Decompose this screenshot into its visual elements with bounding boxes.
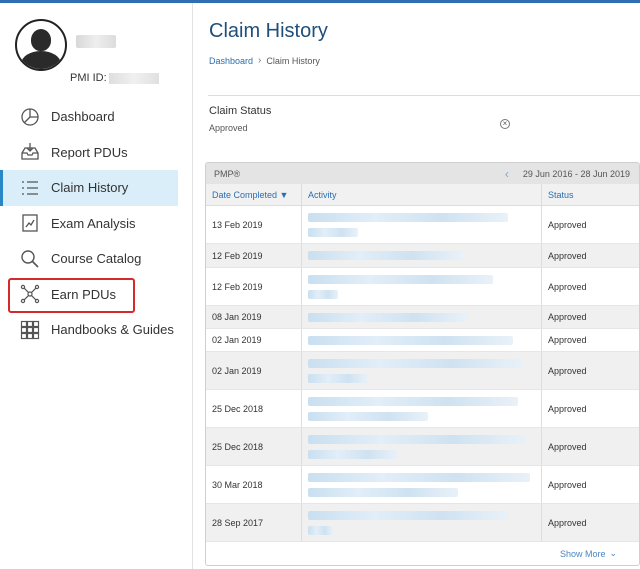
status-cell: Approved [548,312,587,322]
status-cell: Approved [548,281,587,292]
sidebar-item-label: Exam Analysis [51,215,136,231]
certification-label: PMP® [214,168,241,179]
table-row[interactable]: 02 Jan 2019 Approved [206,352,639,390]
status-cell: Approved [548,441,587,452]
sidebar-item-exam-analysis[interactable]: Exam Analysis [0,206,193,242]
clear-filter-icon[interactable]: × [500,119,510,129]
date-cell: 13 Feb 2019 [206,206,302,243]
pmi-id-label: PMI ID: [70,72,107,84]
avatar[interactable] [15,19,67,71]
table-row[interactable]: 28 Sep 2017 Approved [206,504,639,542]
date-cell: 28 Sep 2017 [206,504,302,541]
date-cell: 25 Dec 2018 [206,428,302,465]
table-column-headers: Date Completed ▼ Activity Status [206,184,639,206]
table-row[interactable]: 08 Jan 2019 Approved [206,306,639,329]
claims-table: PMP® ‹ 29 Jun 2016 - 28 Jun 2019 Date Co… [205,162,640,566]
sidebar-item-claim-history[interactable]: Claim History [0,170,178,206]
sidebar-item-label: Course Catalog [51,251,142,267]
table-row[interactable]: 25 Dec 2018 Approved [206,390,639,428]
sidebar: PMI ID: Dashboard Report PDUs Claim Hist… [0,3,193,569]
breadcrumb-current: Claim History [266,55,320,66]
claim-status-select[interactable]: Approved [209,123,248,133]
activity-cell-redacted [302,466,542,503]
date-cell: 12 Feb 2019 [206,244,302,267]
table-row[interactable]: 13 Feb 2019 Approved [206,206,639,244]
sidebar-item-label: Handbooks & Guides [51,322,174,338]
table-row[interactable]: 02 Jan 2019 Approved [206,329,639,352]
show-more-label: Show More [560,548,606,559]
pmi-id-redacted [108,72,159,84]
inbox-download-icon [20,142,40,162]
column-header-activity[interactable]: Activity [302,184,542,205]
column-header-date-completed[interactable]: Date Completed ▼ [206,184,302,205]
claim-status-label: Claim Status [209,105,272,117]
network-icon [20,284,40,304]
date-range-text: 29 Jun 2016 - 28 Jun 2019 [522,168,630,179]
table-body: 13 Feb 2019 Approved 12 Feb 2019 Approve… [206,206,639,542]
date-cell: 02 Jan 2019 [206,329,302,351]
status-cell: Approved [548,479,587,490]
show-more-button[interactable]: Show More ⌄ [560,548,617,559]
table-row[interactable]: 12 Feb 2019 Approved [206,244,639,268]
activity-cell-redacted [302,390,542,427]
column-header-status[interactable]: Status [542,184,639,205]
list-icon [20,178,40,198]
chevron-right-icon: › [258,55,262,66]
chevron-down-icon: ⌄ [609,548,618,558]
status-cell: Approved [548,403,587,414]
chart-document-icon [20,213,40,233]
sidebar-nav: Dashboard Report PDUs Claim History Exam… [0,99,193,348]
status-cell: Approved [548,219,587,230]
main-content: Claim History Dashboard › Claim History … [205,3,640,569]
date-range: ‹ 29 Jun 2016 - 28 Jun 2019 [505,167,630,181]
chevron-left-icon[interactable]: ‹ [505,167,509,181]
search-icon [20,249,40,269]
status-cell: Approved [548,335,587,345]
user-name-redacted [76,35,116,48]
status-cell: Approved [548,365,587,376]
activity-cell-redacted [302,504,542,541]
activity-cell-redacted [302,428,542,465]
sidebar-item-label: Earn PDUs [51,286,117,302]
table-row[interactable]: 30 Mar 2018 Approved [206,466,639,504]
breadcrumb-dashboard-link[interactable]: Dashboard [209,56,253,66]
sidebar-item-label: Dashboard [51,109,115,125]
date-cell: 08 Jan 2019 [206,306,302,328]
status-cell: Approved [548,250,587,261]
activity-cell-redacted [302,306,542,328]
date-cell: 02 Jan 2019 [206,352,302,389]
date-cell: 25 Dec 2018 [206,390,302,427]
table-row[interactable]: 12 Feb 2019 Approved [206,268,639,306]
page-title: Claim History [209,20,328,42]
table-header-bar: PMP® ‹ 29 Jun 2016 - 28 Jun 2019 [206,163,639,184]
activity-cell-redacted [302,244,542,267]
breadcrumb: Dashboard › Claim History [209,55,320,66]
activity-cell-redacted [302,352,542,389]
sidebar-item-report-pdus[interactable]: Report PDUs [0,135,193,171]
pie-chart-icon [20,107,40,127]
sidebar-item-course-catalog[interactable]: Course Catalog [0,241,193,277]
activity-cell-redacted [302,268,542,305]
divider [208,95,640,96]
activity-cell-redacted [302,206,542,243]
date-cell: 30 Mar 2018 [206,466,302,503]
activity-cell-redacted [302,329,542,351]
sidebar-item-label: Report PDUs [51,144,128,160]
sidebar-item-label: Claim History [51,180,129,196]
status-cell: Approved [548,517,587,528]
sidebar-item-handbooks-guides[interactable]: Handbooks & Guides [0,312,193,348]
sidebar-item-dashboard[interactable]: Dashboard [0,99,193,135]
pmi-id: PMI ID: [70,72,159,84]
date-cell: 12 Feb 2019 [206,268,302,305]
sidebar-item-earn-pdus[interactable]: Earn PDUs [0,277,193,312]
table-row[interactable]: 25 Dec 2018 Approved [206,428,639,466]
grid-icon [20,320,40,340]
